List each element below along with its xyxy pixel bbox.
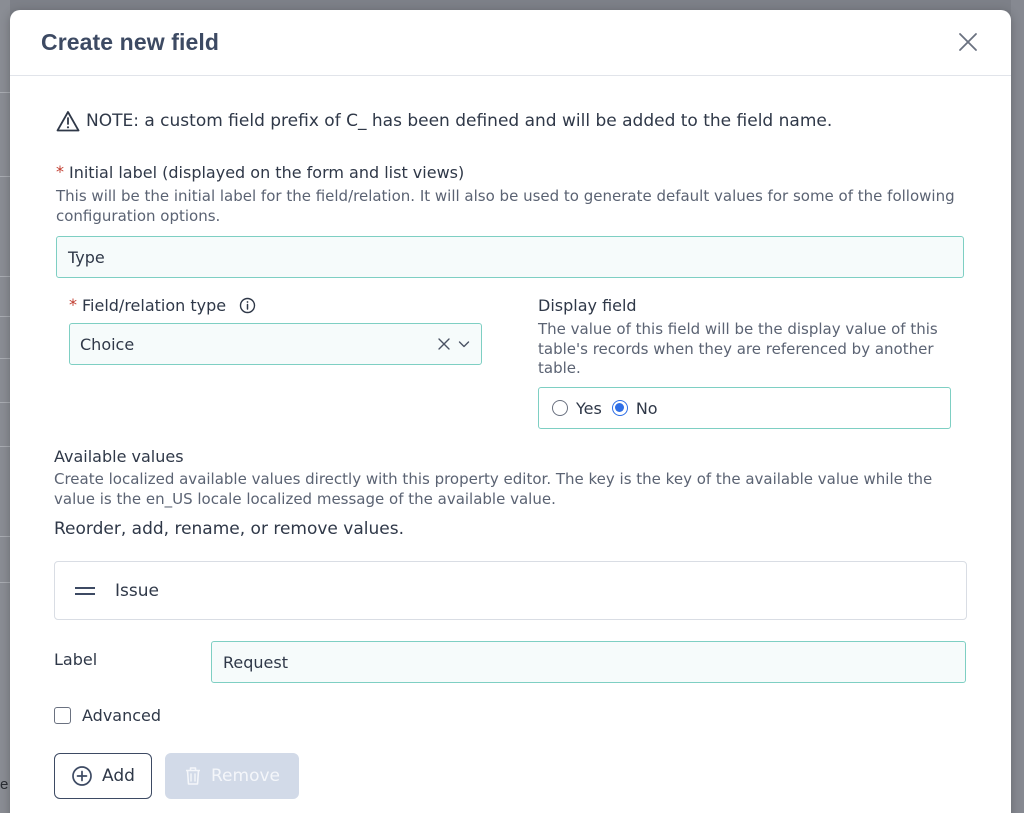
- trash-icon: [186, 767, 200, 785]
- dialog-header: Create new field: [10, 10, 1011, 76]
- available-values-title: Available values: [54, 447, 184, 466]
- radio-circle: [552, 400, 568, 416]
- advanced-checkbox-row[interactable]: Advanced: [54, 706, 161, 725]
- display-field-no-radio[interactable]: No: [611, 398, 658, 418]
- remove-button-label: Remove: [211, 766, 280, 786]
- field-type-value: Choice: [80, 334, 135, 354]
- warning-icon: [56, 111, 80, 132]
- dialog-title: Create new field: [41, 29, 219, 55]
- initial-label-title: * Initial label (displayed on the form an…: [56, 162, 465, 182]
- required-marker: *: [69, 295, 77, 314]
- create-field-dialog: Create new field NOTE: a custom field pr…: [10, 10, 1011, 813]
- background-row-line: [0, 446, 10, 447]
- field-type-title: * Field/relation type: [69, 295, 256, 315]
- remove-value-button[interactable]: Remove: [165, 753, 299, 799]
- field-type-label: Field/relation type: [82, 296, 227, 315]
- required-marker: *: [56, 162, 64, 181]
- radio-circle-selected: [611, 400, 628, 416]
- advanced-checkbox[interactable]: [54, 707, 71, 724]
- display-field-yes-radio[interactable]: Yes: [552, 399, 602, 418]
- background-row-line: [0, 358, 10, 359]
- close-button[interactable]: [957, 31, 979, 53]
- background-row-line: [0, 536, 10, 537]
- background-app-edge-right: [1011, 0, 1024, 813]
- initial-label-text: Initial label (displayed on the form and…: [69, 163, 465, 182]
- prefix-note: NOTE: a custom field prefix of C_ has be…: [56, 110, 832, 132]
- add-button-label: Add: [102, 766, 135, 786]
- initial-label-value: Type: [68, 247, 105, 267]
- background-text: e: [0, 776, 9, 793]
- drag-handle-icon[interactable]: [75, 585, 95, 597]
- available-values-help: Create localized available values direct…: [54, 470, 933, 508]
- clear-icon[interactable]: [437, 337, 451, 351]
- background-row-line: [0, 316, 10, 317]
- info-icon[interactable]: [239, 297, 256, 314]
- background-row-line: [0, 276, 10, 277]
- value-item-name: Issue: [115, 580, 159, 601]
- radio-label: No: [635, 398, 658, 418]
- value-label-title: Label: [54, 650, 98, 669]
- display-field-radio-group: Yes No: [538, 387, 951, 429]
- background-row-line: [0, 582, 10, 583]
- initial-label-input[interactable]: Type: [56, 236, 964, 278]
- close-icon: [959, 33, 977, 51]
- field-type-select[interactable]: Choice: [69, 323, 482, 365]
- value-label-value: Request: [223, 652, 288, 672]
- background-row-line: [0, 402, 10, 403]
- radio-label: Yes: [576, 398, 602, 418]
- advanced-label: Advanced: [82, 706, 162, 725]
- background-app-edge: [0, 0, 10, 813]
- note-text: NOTE: a custom field prefix of C_ has be…: [86, 111, 833, 131]
- chevron-down-icon[interactable]: [457, 337, 471, 351]
- display-field-title: Display field: [538, 296, 637, 315]
- background-row-line: [0, 176, 10, 177]
- add-value-button[interactable]: Add: [54, 753, 152, 799]
- background-row-line: [0, 92, 10, 93]
- display-field-help: The value of this field will be the disp…: [538, 320, 938, 377]
- value-label-input[interactable]: Request: [211, 641, 966, 683]
- value-list-item[interactable]: Issue: [54, 561, 967, 620]
- available-values-instruction: Reorder, add, rename, or remove values.: [54, 519, 404, 539]
- add-circle-icon: [72, 766, 92, 786]
- initial-label-help: This will be the initial label for the f…: [56, 187, 955, 225]
